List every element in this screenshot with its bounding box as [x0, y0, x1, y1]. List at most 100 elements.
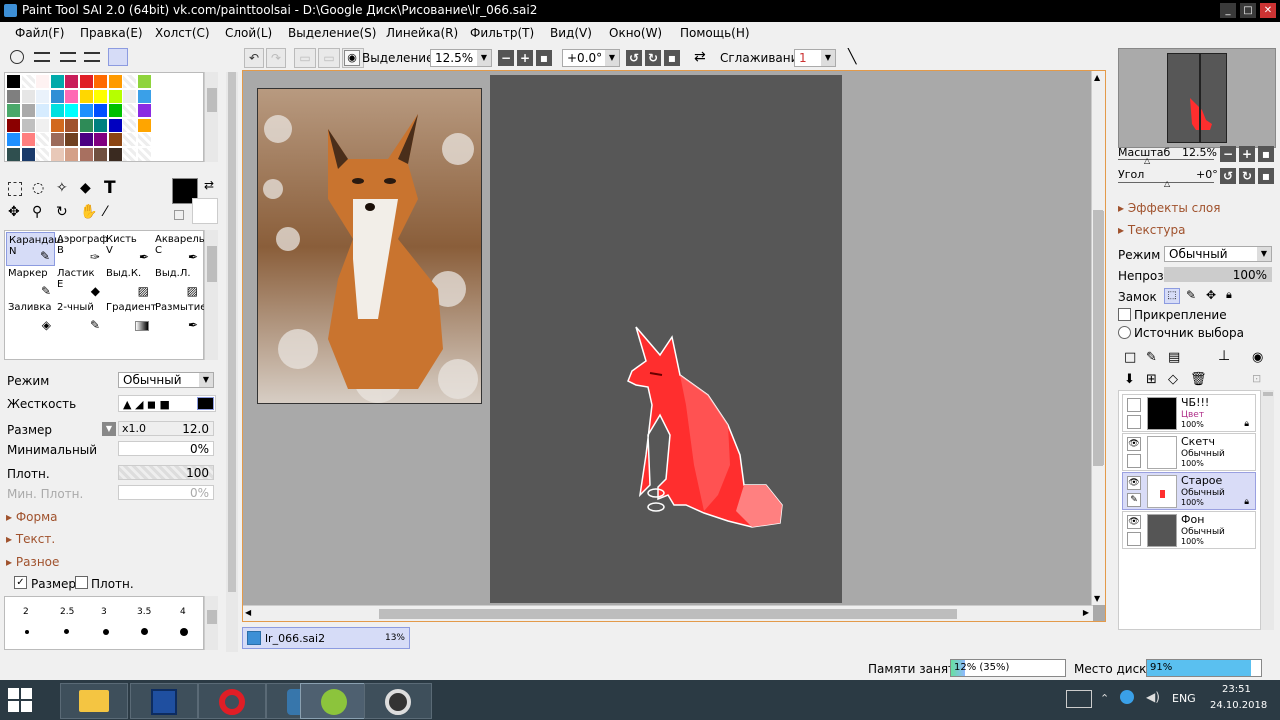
color-swatch[interactable] [108, 104, 122, 117]
color-swatch[interactable] [36, 147, 49, 161]
redo-icon[interactable]: ↷ [266, 48, 286, 68]
horizontal-scrollbar[interactable]: ◀ ▶ [243, 605, 1093, 621]
color-swatch[interactable] [137, 133, 151, 146]
pen-icon[interactable]: ✎ [1127, 493, 1141, 507]
rotation-select[interactable]: +0.0° ▼ [562, 49, 620, 67]
color-swatch[interactable] [50, 104, 64, 117]
taskbar-explorer[interactable] [60, 683, 128, 719]
tray-chevron-icon[interactable]: ⌃ [1100, 692, 1109, 705]
color-swatch[interactable] [65, 75, 78, 88]
tool-brush[interactable]: Кисть V ✒ [104, 232, 153, 266]
hand-icon[interactable]: ✋ [80, 204, 97, 220]
density-slider[interactable]: 100 [118, 465, 214, 480]
layer-effects-section[interactable]: ▸ Эффекты слоя [1118, 201, 1220, 215]
color-swatch[interactable] [79, 118, 93, 132]
menu-filter[interactable]: Фильтр(T) [470, 26, 534, 40]
canvas-document[interactable] [490, 75, 842, 603]
selection-source-radio[interactable] [1118, 326, 1131, 339]
color-swatch[interactable] [79, 89, 93, 103]
size-pressure-checkbox[interactable]: ✓ [14, 576, 27, 589]
scroll-down-icon[interactable]: ▼ [1094, 594, 1100, 603]
color-swatch[interactable] [65, 89, 78, 103]
magic-wand-icon[interactable]: ✧ [56, 180, 68, 196]
language-indicator[interactable]: ENG [1172, 692, 1196, 705]
brush-size-3-5[interactable]: 3.5 [137, 607, 151, 617]
tool-eraser[interactable]: Ластик E ◆ [55, 266, 104, 300]
color-swatch[interactable] [123, 147, 136, 161]
color-swatch[interactable] [123, 75, 136, 88]
texture-section[interactable]: ▸ Текстура [1118, 223, 1185, 237]
slider-handle-icon[interactable]: △ [1144, 156, 1150, 165]
clock-date[interactable]: 24.10.2018 [1210, 700, 1267, 711]
clock-time[interactable]: 23:51 [1222, 684, 1251, 695]
color-swatch[interactable] [7, 89, 20, 103]
taskbar-opera[interactable] [198, 683, 266, 719]
lock-all-icon[interactable]: 🔒︎ [1226, 288, 1232, 302]
tool-binary-pen[interactable]: 2-чный ✎ [55, 300, 104, 334]
lock-paint-icon[interactable]: ✎ [1186, 288, 1196, 302]
hardness-icon[interactable]: ▲ ◢ ◼ ■ [123, 398, 170, 411]
color-swatch[interactable] [65, 118, 78, 132]
brush-size-presets[interactable]: 2 2.5 3 3.5 4 [4, 596, 204, 650]
min-size-slider[interactable]: 0% [118, 441, 214, 456]
density-pressure-checkbox[interactable] [75, 576, 88, 589]
swatch-palette[interactable] [4, 72, 204, 162]
tool-pencil[interactable]: Карандаш N ✎ [6, 232, 63, 266]
color-swatch[interactable] [7, 118, 20, 132]
color-swatch[interactable] [79, 147, 93, 161]
color-swatch[interactable] [79, 75, 93, 88]
lock-move-icon[interactable]: ✥ [1206, 288, 1216, 302]
color-wheel-tab-icon[interactable] [10, 50, 24, 64]
color-swatch[interactable] [21, 104, 35, 117]
color-swatch[interactable] [94, 133, 107, 146]
layer-edit-toggle[interactable] [1127, 454, 1141, 468]
rgb-slider-tab-icon[interactable] [34, 52, 50, 62]
keyboard-icon[interactable] [1066, 690, 1092, 708]
color-swatch[interactable] [7, 133, 20, 146]
tool-blur[interactable]: Размытие ✒ [153, 300, 206, 334]
color-swatch[interactable] [108, 133, 122, 146]
color-swatch[interactable] [79, 104, 93, 117]
color-swatch[interactable] [123, 89, 136, 103]
opacity-slider[interactable]: 100% [1164, 267, 1272, 282]
mixer-tab-icon[interactable] [84, 52, 100, 62]
tool-select-eraser[interactable]: Выд.Л. ▨ [153, 266, 202, 300]
color-swatch[interactable] [137, 104, 151, 117]
color-swatch[interactable] [94, 147, 107, 161]
brush-size-3[interactable]: 3 [101, 607, 107, 617]
zoom-icon[interactable]: ⚲ [32, 204, 42, 220]
color-swatch[interactable] [21, 147, 35, 161]
new-folder-icon[interactable]: ▤ [1168, 350, 1180, 365]
menu-layer[interactable]: Слой(L) [225, 26, 272, 40]
merge-down-icon[interactable]: ⬇ [1124, 372, 1135, 387]
color-swatch[interactable] [123, 133, 136, 146]
color-swatch[interactable] [50, 118, 64, 132]
layer-expand-icon[interactable]: ⊡ [1252, 372, 1261, 385]
layer-record-icon[interactable]: ◉ [1252, 350, 1263, 365]
color-swatch[interactable] [50, 133, 64, 146]
scroll-left-icon[interactable]: ◀ [245, 608, 251, 617]
zoom-out-button[interactable]: − [498, 50, 514, 66]
ruler-layer-icon[interactable]: ⊥ [1218, 348, 1230, 364]
scale-reset-button[interactable]: ▪ [1258, 146, 1274, 162]
angle-reset-button[interactable]: ▪ [1258, 168, 1274, 184]
volume-icon[interactable]: ◀︎) [1146, 690, 1160, 704]
duplicate-layer-icon[interactable]: ⊞ [1146, 372, 1157, 387]
angle-left-button[interactable]: ↺ [1220, 168, 1236, 184]
eyedropper-icon[interactable]: ⁄ [104, 204, 106, 220]
hsv-slider-tab-icon[interactable] [60, 52, 76, 62]
color-swatch[interactable] [94, 118, 107, 132]
menu-file[interactable]: Файл(F) [15, 26, 64, 40]
eye-icon[interactable]: 👁︎ [1127, 437, 1141, 451]
layer-item[interactable]: 👁︎ Фон Обычный 100% [1122, 511, 1256, 549]
tool-bucket[interactable]: Заливка ◈ [6, 300, 55, 334]
tool-marker[interactable]: Маркер ✎ [6, 266, 55, 300]
menu-ruler[interactable]: Линейка(R) [386, 26, 458, 40]
brush-size-2-5[interactable]: 2.5 [60, 607, 74, 617]
taskbar-obs[interactable] [364, 683, 432, 719]
menu-edit[interactable]: Правка(E) [80, 26, 143, 40]
layer-list-scrollbar[interactable] [1260, 390, 1274, 630]
menu-canvas[interactable]: Холст(C) [155, 26, 210, 40]
slider-handle-icon[interactable]: △ [1164, 179, 1170, 188]
color-swatch[interactable] [79, 133, 93, 146]
